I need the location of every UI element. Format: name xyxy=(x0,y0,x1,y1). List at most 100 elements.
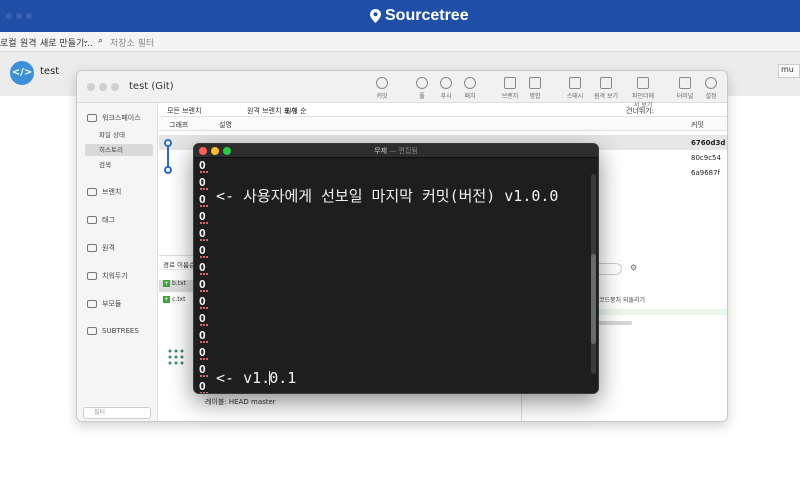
pull-button[interactable]: 풀 xyxy=(410,77,434,100)
sidebar-item-subtrees[interactable]: SUBTREES xyxy=(87,327,139,335)
arrow-down-icon xyxy=(464,77,476,89)
zoom-dot[interactable] xyxy=(111,83,119,91)
row-marker: O xyxy=(199,312,206,325)
avatar xyxy=(168,349,184,365)
git-window-titlebar: test (Git) 커밋 풀 푸시 패치 브랜치 병합 스태시 원격 보기 파… xyxy=(77,71,727,109)
brand-logo: Sourcetree xyxy=(370,7,469,25)
spellcheck-dots xyxy=(200,324,208,326)
row-marker: O xyxy=(199,261,206,274)
sidebar-item-search[interactable]: 검색 xyxy=(85,159,153,171)
arrow-down-icon xyxy=(416,77,428,89)
cloud-icon xyxy=(87,244,97,252)
editor-title: 무제 — 편집됨 xyxy=(194,146,598,156)
box-icon xyxy=(87,272,97,280)
spellcheck-dots xyxy=(200,392,208,393)
gear-icon[interactable]: ⚙ xyxy=(630,263,637,272)
revert-hunk-button[interactable]: 코드뭉치 되돌리기 xyxy=(594,295,650,307)
col-commit[interactable]: 커밋 xyxy=(691,120,704,130)
brand-name: Sourcetree xyxy=(385,7,469,24)
sidebar-item-submodules[interactable]: 부모듈 xyxy=(87,299,121,309)
fetch-button[interactable]: 패치 xyxy=(458,77,482,100)
row-marker: O xyxy=(199,346,206,359)
added-icon: + xyxy=(163,280,170,287)
jump-to-label: 건너뛰기: xyxy=(626,107,655,115)
push-button[interactable]: 푸시 xyxy=(434,77,458,100)
commit-button[interactable]: 커밋 xyxy=(370,77,394,100)
history-filters: 모든 브랜치 원격 브랜치 표시 원형 순 건너뛰기: xyxy=(159,103,727,117)
sidebar-item-stashes[interactable]: 치워두기 xyxy=(87,271,128,281)
branch-button[interactable]: 브랜치 xyxy=(498,77,522,100)
annotation-top: <- 사용자에게 선보일 마지막 커밋(버전) v1.0.0 xyxy=(216,185,558,206)
minimize-dot[interactable] xyxy=(16,13,22,19)
branch-icon xyxy=(87,188,97,196)
sidebar-item-file-status[interactable]: 파일 상태 xyxy=(85,129,153,141)
row-marker: O xyxy=(199,363,206,376)
repo-filter-input[interactable]: 저장소 필터 xyxy=(110,36,154,49)
graph-node xyxy=(164,166,172,174)
tag-icon xyxy=(87,216,97,224)
spellcheck-dots xyxy=(200,239,208,241)
sidebar-item-workspace[interactable]: 워크스페이스 xyxy=(87,113,141,123)
sidebar-item-history[interactable]: 히스토리 xyxy=(85,144,153,156)
stash-button[interactable]: 스태시 xyxy=(563,77,587,100)
spellcheck-dots xyxy=(200,222,208,224)
history-columns: 그래프 설명 커밋 xyxy=(159,117,727,131)
vertical-scrollbar[interactable] xyxy=(591,174,596,374)
row-marker: O xyxy=(199,295,206,308)
spellcheck-dots xyxy=(200,290,208,292)
monitor-icon xyxy=(87,114,97,122)
order-dropdown[interactable]: 원형 순 xyxy=(285,106,307,116)
spellcheck-dots xyxy=(200,307,208,309)
spellcheck-dots xyxy=(200,205,208,207)
merge-button[interactable]: 병합 xyxy=(523,77,547,100)
editor-title-name: 무제 xyxy=(374,147,388,155)
scrollbar-thumb[interactable] xyxy=(591,254,596,344)
chevron-down-icon[interactable]: ⌄ xyxy=(82,36,90,46)
plus-icon xyxy=(376,77,388,89)
graph-node xyxy=(164,139,172,147)
merge-icon xyxy=(529,77,541,89)
show-remote-button[interactable]: 원격 보기 xyxy=(594,77,618,100)
local-tab[interactable]: 로컬 xyxy=(0,36,17,49)
row-marker: O xyxy=(199,210,206,223)
remote-tab[interactable]: 원격 xyxy=(20,36,37,49)
row-marker: O xyxy=(199,193,206,206)
sidebar-filter-input[interactable]: 필터 xyxy=(83,407,151,419)
close-dot[interactable] xyxy=(6,13,12,19)
col-description[interactable]: 설명 xyxy=(219,120,232,130)
sourcetree-pin-icon xyxy=(370,9,381,23)
annotation-bottom-text-a: <- v1. xyxy=(216,369,271,387)
sidebar-item-branches[interactable]: 브랜치 xyxy=(87,187,121,197)
annotation-bottom-text-b: 0.1 xyxy=(269,369,297,387)
minimize-dot[interactable] xyxy=(99,83,107,91)
branch-icon xyxy=(504,77,516,89)
all-branches-dropdown[interactable]: 모든 브랜치 xyxy=(167,106,201,116)
editor-window: 무제 — 편집됨 OOOOOOOOOOOOOO <- 사용자에게 선보일 마지막… xyxy=(193,143,599,394)
folder-icon xyxy=(87,300,97,308)
settings-button[interactable]: 설정 xyxy=(699,77,723,100)
terminal-icon xyxy=(679,77,691,89)
annotation-bottom: <- v1.0.1 xyxy=(216,369,296,387)
repo-name[interactable]: test xyxy=(40,66,59,77)
editor-content[interactable]: OOOOOOOOOOOOOO <- 사용자에게 선보일 마지막 커밋(버전) v… xyxy=(194,158,588,393)
close-dot[interactable] xyxy=(87,83,95,91)
right-chip[interactable]: mu xyxy=(778,64,800,78)
spellcheck-dots xyxy=(200,273,208,275)
zoom-dot[interactable] xyxy=(26,13,32,19)
sidebar-item-remotes[interactable]: 원격 xyxy=(87,243,115,253)
spellcheck-dots xyxy=(200,256,208,258)
col-graph[interactable]: 그래프 xyxy=(169,120,188,130)
globe-icon xyxy=(600,77,612,89)
spellcheck-dots xyxy=(200,375,208,377)
terminal-button[interactable]: 터미널 xyxy=(673,77,697,100)
repo-code-icon[interactable]: </> xyxy=(10,61,34,85)
editor-titlebar: 무제 — 편집됨 xyxy=(194,144,598,158)
window-title: test (Git) xyxy=(129,81,174,92)
commit-hash: 80c9c54 xyxy=(691,154,721,162)
finder-icon xyxy=(637,77,649,89)
stash-icon xyxy=(569,77,581,89)
repo-browser-toolbar: 로컬 원격 새로 만들기... ⌄ ⌕ 저장소 필터 xyxy=(0,32,800,52)
row-marker: O xyxy=(199,244,206,257)
sidebar-item-tags[interactable]: 태그 xyxy=(87,215,115,225)
search-icon: ⌕ xyxy=(98,36,104,46)
